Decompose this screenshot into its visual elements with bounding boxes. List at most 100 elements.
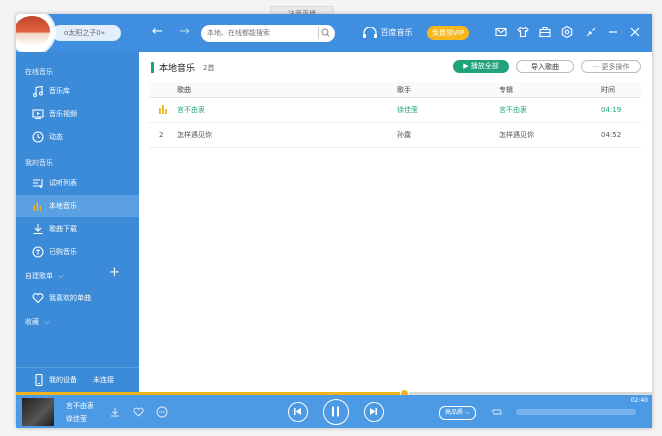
back-arrow-icon[interactable]: ←	[152, 23, 163, 41]
device-bar[interactable]: 我的设备 未连接	[16, 367, 139, 392]
heart-icon[interactable]	[133, 407, 144, 419]
comment-icon[interactable]	[156, 406, 168, 420]
mail-icon[interactable]	[494, 25, 508, 39]
device-status: 未连接	[93, 376, 114, 384]
table-header: 歌曲 歌手 专辑 时间	[149, 82, 641, 98]
top-bar: o太阳之子0» ← → 百度音乐 免费领VIP	[16, 14, 652, 56]
purchase-icon	[32, 246, 44, 258]
row-time: 04:52	[601, 122, 641, 148]
sidebar-item-label: 音乐视频	[49, 110, 77, 118]
previous-button[interactable]	[288, 402, 308, 422]
table-row[interactable]: 2 怎样遇见你 孙露 怎样遇见你 04:52	[149, 122, 641, 148]
sidebar-section-custom-playlists[interactable]: 自建歌单 ⌵	[25, 271, 64, 281]
device-label: 我的设备	[49, 376, 77, 384]
settings-gear-icon[interactable]	[560, 25, 574, 39]
sidebar-item-label: 音乐库	[49, 87, 70, 95]
search-box	[201, 25, 335, 42]
toolbox-icon[interactable]	[538, 25, 552, 39]
play-all-label: 播放全部	[470, 62, 499, 70]
quality-selector[interactable]: 高品质 ⌵	[439, 406, 476, 420]
loop-mode-icon[interactable]	[491, 407, 503, 419]
sidebar-item-trial-list[interactable]: 试听列表	[16, 172, 139, 194]
pause-icon	[332, 406, 339, 417]
player-bar: 言不由衷 徐佳莹 高品质 ⌵ 02:40	[16, 395, 652, 428]
row-index: 2	[149, 122, 177, 148]
mini-mode-icon[interactable]	[584, 25, 598, 39]
blurred-controls	[516, 409, 636, 415]
skin-shirt-icon[interactable]	[516, 25, 530, 39]
chevron-down-icon: ⌵	[464, 409, 470, 416]
col-album[interactable]: 专辑	[499, 82, 601, 98]
next-button[interactable]	[364, 402, 384, 422]
music-note-icon	[33, 85, 43, 97]
sidebar-item-downloads[interactable]: 歌曲下载	[16, 218, 139, 240]
sidebar-item-feed[interactable]: 动态	[16, 126, 139, 148]
search-icon[interactable]	[318, 27, 331, 39]
forward-arrow-icon[interactable]: →	[179, 23, 190, 41]
row-song[interactable]: 言不由衷	[177, 97, 397, 123]
heart-icon	[32, 293, 44, 304]
close-icon[interactable]	[628, 25, 642, 39]
row-song[interactable]: 怎样遇见你	[177, 122, 397, 148]
video-icon	[32, 109, 44, 119]
sidebar-section-label: 收藏	[25, 318, 39, 326]
sidebar-item-purchased[interactable]: 已购音乐	[16, 241, 139, 263]
main-panel: 本地音乐 2首 ▶ 播放全部 导入歌曲 ··· 更多操作 歌曲 歌手 专辑 时间	[139, 52, 652, 392]
play-icon: ▶	[463, 62, 471, 70]
username: o太阳之子0»	[64, 29, 106, 37]
sidebar-item-label: 歌曲下载	[49, 225, 77, 233]
col-artist[interactable]: 歌手	[397, 82, 499, 98]
row-album[interactable]: 怎样遇见你	[499, 122, 601, 148]
row-index	[149, 97, 177, 123]
import-songs-button[interactable]: 导入歌曲	[516, 60, 574, 73]
now-playing-title[interactable]: 言不由衷	[66, 401, 94, 411]
col-index	[149, 82, 177, 98]
vip-button[interactable]: 免费领VIP	[427, 26, 470, 40]
equalizer-icon	[33, 202, 41, 211]
sidebar-item-label: 我喜欢的单曲	[49, 294, 91, 302]
phone-icon	[35, 374, 43, 386]
download-icon[interactable]	[110, 407, 120, 419]
title-accent-bar	[151, 62, 154, 73]
sidebar-item-label: 本地音乐	[49, 202, 77, 210]
album-cover[interactable]	[22, 398, 54, 426]
download-icon	[33, 224, 43, 235]
row-artist[interactable]: 徐佳莹	[397, 97, 499, 123]
add-playlist-icon[interactable]: +	[109, 266, 120, 280]
headphone-icon	[363, 25, 377, 38]
minimize-icon[interactable]	[606, 25, 620, 39]
row-album[interactable]: 言不由衷	[499, 97, 601, 123]
sidebar: 在线音乐 音乐库 音乐视频 动态 我的音乐 试听列表 本地音乐 歌曲下载 已购音…	[16, 52, 139, 392]
col-time[interactable]: 时间	[601, 82, 641, 98]
sidebar-item-music-video[interactable]: 音乐视频	[16, 103, 139, 125]
song-count: 2首	[203, 64, 215, 72]
sidebar-item-favorites[interactable]: 我喜欢的单曲	[16, 287, 139, 309]
sidebar-section-online: 在线音乐	[25, 68, 53, 76]
play-all-button[interactable]: ▶ 播放全部	[453, 60, 509, 73]
sidebar-item-music-library[interactable]: 音乐库	[16, 80, 139, 102]
table-row[interactable]: 言不由衷 徐佳莹 言不由衷 04:19	[149, 97, 641, 123]
username-pill[interactable]: o太阳之子0»	[52, 25, 121, 41]
row-artist[interactable]: 孙露	[397, 122, 499, 148]
quality-label: 高品质	[445, 409, 464, 416]
music-player-window: o太阳之子0» ← → 百度音乐 免费领VIP 在线音乐 音乐库	[16, 14, 652, 428]
now-playing-artist[interactable]: 徐佳莹	[66, 414, 87, 424]
sidebar-section-collection[interactable]: 收藏 ⌵	[25, 317, 50, 327]
more-actions-label: 更多操作	[601, 63, 630, 71]
search-input[interactable]	[207, 26, 315, 40]
sidebar-item-local-music[interactable]: 本地音乐	[16, 195, 139, 217]
brand-name: 百度音乐	[380, 28, 413, 37]
playlist-icon	[33, 179, 43, 188]
next-icon	[370, 408, 377, 415]
elapsed-time: 02:40	[630, 397, 648, 404]
brand[interactable]: 百度音乐	[362, 25, 413, 40]
previous-icon	[294, 408, 301, 415]
sidebar-section-mine: 我的音乐	[25, 159, 53, 167]
more-actions-button[interactable]: ··· 更多操作	[581, 60, 641, 73]
row-time: 04:19	[601, 97, 641, 123]
song-table: 歌曲 歌手 专辑 时间 言不由衷 徐佳莹 言不由衷 04:19 2 怎样遇见你 …	[149, 82, 641, 148]
col-song[interactable]: 歌曲	[177, 82, 397, 98]
pause-button[interactable]	[323, 399, 349, 425]
sidebar-item-label: 已购音乐	[49, 248, 77, 256]
avatar[interactable]	[16, 14, 56, 56]
